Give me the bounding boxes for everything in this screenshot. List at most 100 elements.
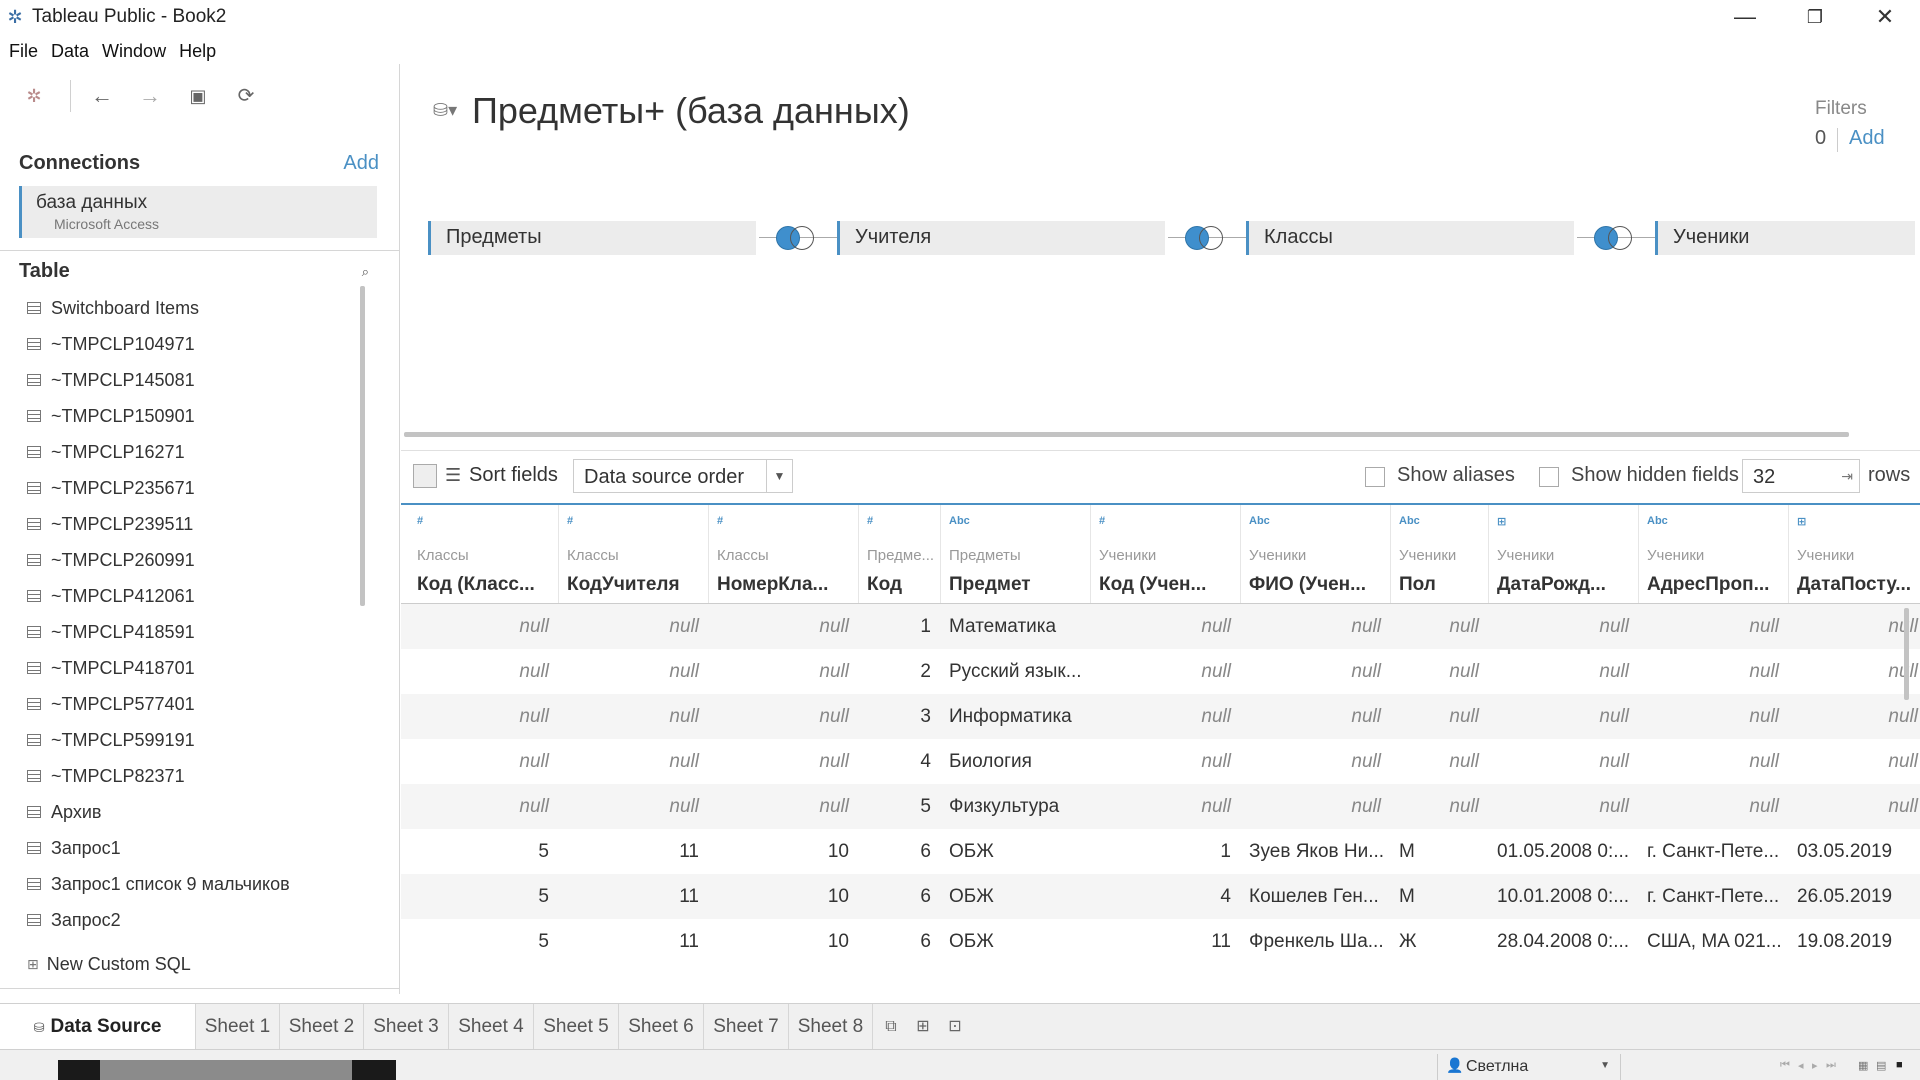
column-header[interactable]: Abc Ученики ФИО (Учен... [1241,505,1391,603]
join-table-ucheniki[interactable]: Ученики [1655,221,1915,255]
grid-layout-icon[interactable]: ▦ [1858,1059,1868,1072]
next-page-icon[interactable]: ▸ [1812,1059,1818,1072]
tab-data-source[interactable]: ⛁ Data Source [0,1004,196,1050]
join-table-klassy[interactable]: Классы [1246,221,1574,255]
table-cell: null [1351,706,1381,727]
join-indicator[interactable] [759,224,837,252]
tab-sheet-7[interactable]: Sheet 7 [704,1004,789,1050]
minimize-button[interactable]: — [1710,0,1780,34]
table-list-item[interactable]: ~TMPCLP418591 [0,614,360,650]
rows-count-input[interactable]: 32 ⇥ [1742,459,1860,493]
column-header[interactable]: Abc Предметы Предмет [941,505,1091,603]
join-table-uchitelya[interactable]: Учителя [837,221,1165,255]
column-header[interactable]: # Ученики Код (Учен... [1091,505,1241,603]
table-list-item[interactable]: ~TMPCLP260991 [0,542,360,578]
menu-file[interactable]: File [9,41,38,62]
column-header[interactable]: # Классы Код (Класс... [409,505,559,603]
table-name: ~TMPCLP577401 [51,693,195,714]
table-list-item[interactable]: ~TMPCLP418701 [0,650,360,686]
table-cell: 6 [920,931,931,952]
column-header[interactable]: # Классы КодУчителя [559,505,709,603]
table-list-item[interactable]: ~TMPCLP145081 [0,362,360,398]
column-header[interactable]: ⊞ Ученики ДатаРожд... [1489,505,1639,603]
column-header[interactable]: ⊞ Ученики ДатаПосту... [1789,505,1920,603]
back-arrow-icon[interactable]: ← [88,82,116,110]
column-header[interactable]: Abc Ученики Пол [1391,505,1489,603]
add-filter-link[interactable]: Add [1849,127,1885,150]
close-button[interactable]: ✕ [1850,0,1920,34]
tab-sheet-6[interactable]: Sheet 6 [619,1004,704,1050]
connection-item[interactable]: база данных Microsoft Access [19,186,377,238]
table-cell: г. Санкт-Пете... [1647,841,1780,862]
show-hidden-fields-checkbox[interactable] [1539,467,1559,487]
save-icon[interactable]: ▣ [184,82,212,110]
table-list-scrollbar[interactable] [360,286,365,606]
grid-vertical-scrollbar[interactable] [1904,608,1909,700]
table-list-item[interactable]: ~TMPCLP412061 [0,578,360,614]
tabs-layout-icon[interactable]: ■ [1896,1059,1903,1071]
field-type-icon: Abc [1647,515,1668,527]
tab-sheet-1[interactable]: Sheet 1 [196,1004,280,1050]
table-list-item[interactable]: ~TMPCLP82371 [0,758,360,794]
arrow-right-icon[interactable]: ⇥ [1841,468,1853,485]
column-header[interactable]: # Предме... Код [859,505,941,603]
datasource-icon[interactable]: ⛁▾ [433,100,457,121]
column-header[interactable]: # Классы НомерКла... [709,505,859,603]
join-indicator[interactable] [1577,224,1655,252]
table-cell: null [519,751,549,772]
sort-fields-select[interactable]: Data source order ▼ [573,459,793,493]
new-custom-sql-item[interactable]: ⊞ New Custom SQL [0,946,191,982]
window-title: Tableau Public - Book2 [32,6,227,27]
tab-sheet-3[interactable]: Sheet 3 [364,1004,449,1050]
table-list-item[interactable]: ~TMPCLP150901 [0,398,360,434]
add-connection-link[interactable]: Add [343,152,379,175]
table-icon [27,446,41,458]
table-icon [27,554,41,566]
prev-page-icon[interactable]: ◂ [1798,1059,1804,1072]
menu-data[interactable]: Data [51,41,89,62]
column-source: Ученики [1099,547,1157,564]
chevron-down-icon[interactable]: ▼ [766,460,792,492]
search-icon[interactable]: ⌕ [362,264,369,280]
new-dashboard-icon[interactable]: ⊞ [912,1016,934,1038]
table-list-item[interactable]: ~TMPCLP599191 [0,722,360,758]
tab-sheet-8[interactable]: Sheet 8 [789,1004,873,1050]
menu-window[interactable]: Window [102,41,166,62]
datasource-title[interactable]: Предметы+ (база данных) [472,90,910,132]
tableau-start-icon[interactable]: ✲ [20,82,48,110]
table-list-item[interactable]: ~TMPCLP239511 [0,506,360,542]
grid-view-icon[interactable] [413,464,437,488]
table-list-item[interactable]: ~TMPCLP235671 [0,470,360,506]
show-aliases-checkbox[interactable] [1365,467,1385,487]
canvas-horizontal-scrollbar[interactable] [404,432,1849,437]
field-type-icon: # [867,515,874,527]
table-list-item[interactable]: ~TMPCLP16271 [0,434,360,470]
new-worksheet-icon[interactable]: ⧉ [880,1016,902,1038]
table-cell: null [1351,661,1381,682]
restore-button[interactable]: ❐ [1780,0,1850,34]
menu-help[interactable]: Help [179,41,216,62]
filmstrip-layout-icon[interactable]: ▤ [1876,1059,1886,1072]
table-list-item[interactable]: Архив [0,794,360,830]
column-header[interactable]: Abc Ученики АдресПроп... [1639,505,1789,603]
refresh-icon[interactable]: ⟳ [232,82,260,110]
first-page-icon[interactable]: ⏮ [1780,1059,1790,1072]
join-indicator[interactable] [1168,224,1246,252]
new-story-icon[interactable]: ⊡ [944,1016,966,1038]
table-list-item[interactable]: Запрос1 список 9 мальчиков [0,866,360,902]
tab-sheet-4[interactable]: Sheet 4 [449,1004,534,1050]
table-list-item[interactable]: Switchboard Items [0,290,360,326]
table-list-item[interactable]: Запрос2 [0,902,360,938]
list-view-icon[interactable]: ☰ [445,465,461,486]
user-menu[interactable]: 👤 Светлна ▼ [1437,1054,1621,1080]
tab-sheet-2[interactable]: Sheet 2 [280,1004,364,1050]
table-cell: 10 [827,931,849,952]
table-list-item[interactable]: ~TMPCLP104971 [0,326,360,362]
join-table-predmety[interactable]: Предметы [428,221,756,255]
table-list-item[interactable]: Запрос1 [0,830,360,866]
tab-sheet-5[interactable]: Sheet 5 [534,1004,619,1050]
forward-arrow-icon[interactable]: → [136,82,164,110]
table-cell: ОБЖ [949,931,994,952]
table-list-item[interactable]: ~TMPCLP577401 [0,686,360,722]
last-page-icon[interactable]: ⏭ [1826,1059,1836,1072]
